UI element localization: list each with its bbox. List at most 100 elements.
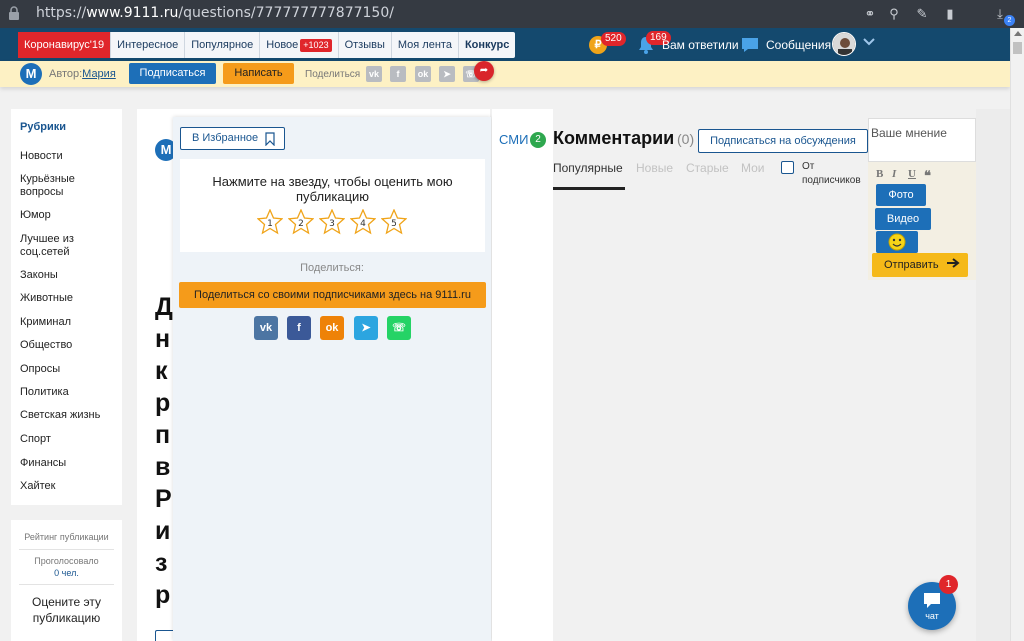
chat-button[interactable]: чат 1 bbox=[908, 575, 958, 630]
tab-contest[interactable]: Конкурс bbox=[459, 32, 515, 58]
rubrics-heading: Рубрики bbox=[20, 121, 66, 133]
sidebar-item-polls[interactable]: Опросы bbox=[20, 363, 115, 376]
arrow-right-icon bbox=[946, 258, 960, 268]
browser-toolbar: https://www.9111.ru/questions/7777777778… bbox=[0, 0, 1024, 28]
sidebar-item-animals[interactable]: Животные bbox=[20, 292, 115, 305]
answers-link[interactable]: Вам ответили bbox=[662, 38, 739, 52]
facebook-icon[interactable]: f bbox=[390, 66, 406, 82]
star-1-icon[interactable]: 1 bbox=[257, 209, 283, 235]
active-tab-indicator bbox=[553, 187, 625, 190]
brush-icon[interactable]: ✎ bbox=[914, 6, 930, 22]
new-count-badge: +1023 bbox=[300, 39, 332, 52]
tab-my-feed[interactable]: Моя лента bbox=[392, 32, 459, 58]
author-name-link[interactable]: Мария bbox=[82, 68, 116, 80]
share-followers-button[interactable]: Поделиться со своими подписчиками здесь … bbox=[179, 282, 486, 308]
sidebar-item-news[interactable]: Новости bbox=[20, 150, 115, 163]
italic-icon[interactable]: I bbox=[892, 168, 896, 180]
author-prefix: Автор: bbox=[49, 68, 83, 80]
sidebar-item-curious[interactable]: Курьёзные вопросы bbox=[20, 173, 115, 199]
from-followers-checkbox[interactable] bbox=[781, 161, 794, 174]
chevron-down-icon[interactable] bbox=[862, 36, 876, 48]
messages-link[interactable]: Сообщения bbox=[766, 38, 831, 52]
comment-editor: Ваше мнение B I U ❝ Фото Видео Отправить bbox=[868, 118, 976, 280]
tab-old-comments[interactable]: Старые bbox=[686, 161, 729, 175]
star-3-icon[interactable]: 3 bbox=[319, 209, 345, 235]
bookmark-icon[interactable]: ▮ bbox=[942, 6, 958, 22]
share-toggle-icon[interactable]: ➦ bbox=[474, 61, 494, 81]
odnoklassniki-icon[interactable]: ok bbox=[415, 66, 431, 82]
comment-input[interactable]: Ваше мнение bbox=[868, 118, 976, 162]
top-nav: Коронавирус'19 Интересное Популярное Нов… bbox=[0, 28, 1010, 61]
rubrics-sidebar: Рубрики Новости Курьёзные вопросы Юмор Л… bbox=[11, 109, 122, 505]
tab-popular[interactable]: Популярное bbox=[185, 32, 261, 58]
sidebar-item-politics[interactable]: Политика bbox=[20, 386, 115, 399]
comments-title: Комментарии bbox=[553, 128, 675, 148]
favorite-label: В Избранное bbox=[192, 132, 259, 144]
from-followers-label: От подписчиков bbox=[802, 161, 861, 186]
sidebar-item-finance[interactable]: Финансы bbox=[20, 457, 115, 470]
scroll-up-icon[interactable] bbox=[1014, 31, 1022, 36]
lock-icon bbox=[9, 6, 19, 20]
vk-icon[interactable]: vk bbox=[254, 316, 278, 340]
smi-column: СМИ 2 bbox=[492, 109, 553, 641]
tab-coronavirus[interactable]: Коронавирус'19 bbox=[18, 32, 112, 58]
scrollbar[interactable] bbox=[1010, 28, 1024, 641]
send-button[interactable]: Отправить bbox=[872, 253, 968, 277]
author-line: Автор:Мария bbox=[49, 68, 116, 80]
scrollbar-thumb[interactable] bbox=[1013, 42, 1022, 54]
star-5-label: 5 bbox=[391, 219, 397, 229]
odnoklassniki-icon[interactable]: ok bbox=[320, 316, 344, 340]
headphones-icon[interactable]: ⚭ bbox=[862, 6, 878, 22]
subscribe-discussion-button[interactable]: Подписаться на обсуждения bbox=[698, 129, 868, 153]
tab-popular-comments[interactable]: Популярные bbox=[553, 161, 623, 175]
quote-icon[interactable]: ❝ bbox=[924, 168, 931, 184]
favorite-button[interactable]: В Избранное bbox=[180, 127, 285, 150]
chat-bubble-icon[interactable] bbox=[740, 37, 760, 53]
smiley-icon bbox=[888, 233, 906, 251]
address-bar[interactable]: https://www.9111.ru/questions/7777777778… bbox=[36, 5, 394, 21]
telegram-icon[interactable]: ➤ bbox=[439, 66, 455, 82]
search-icon[interactable]: ⚲ bbox=[886, 6, 902, 22]
sidebar-item-crime[interactable]: Криминал bbox=[20, 316, 115, 329]
tab-new[interactable]: Новое +1023 bbox=[260, 32, 339, 58]
tab-new-comments[interactable]: Новые bbox=[636, 161, 673, 175]
underline-icon[interactable]: U bbox=[908, 168, 916, 180]
star-2-icon[interactable]: 2 bbox=[288, 209, 314, 235]
sidebar-item-humor[interactable]: Юмор bbox=[20, 209, 115, 222]
sidebar-item-best-social[interactable]: Лучшее из соц.сетей bbox=[20, 233, 115, 259]
right-gutter bbox=[976, 109, 1010, 641]
sidebar-item-celebrity[interactable]: Светская жизнь bbox=[20, 409, 115, 422]
video-button[interactable]: Видео bbox=[875, 208, 931, 230]
bold-icon[interactable]: B bbox=[876, 168, 883, 180]
sidebar-item-laws[interactable]: Законы bbox=[20, 269, 115, 282]
article-button-edge[interactable] bbox=[155, 630, 175, 641]
whatsapp-icon[interactable]: ☏ bbox=[387, 316, 411, 340]
facebook-icon[interactable]: f bbox=[287, 316, 311, 340]
rate-instruction: Нажмите на звезду, чтобы оценить мою пуб… bbox=[212, 174, 453, 204]
sidebar-item-sport[interactable]: Спорт bbox=[20, 433, 115, 446]
chat-badge: 1 bbox=[939, 575, 958, 594]
divider bbox=[19, 584, 114, 585]
rate-prompt: Оцените эту публикацию bbox=[32, 595, 101, 625]
chat-label: чат bbox=[925, 611, 939, 621]
site-logo[interactable]: M bbox=[20, 63, 42, 85]
publication-rating-box: Рейтинг публикации Проголосовало 0 чел. … bbox=[11, 520, 122, 641]
telegram-icon[interactable]: ➤ bbox=[354, 316, 378, 340]
tab-reviews[interactable]: Отзывы bbox=[339, 32, 392, 58]
photo-button[interactable]: Фото bbox=[876, 184, 926, 206]
star-4-label: 4 bbox=[360, 219, 366, 229]
star-5-icon[interactable]: 5 bbox=[381, 209, 407, 235]
avatar[interactable] bbox=[832, 32, 856, 56]
sidebar-item-society[interactable]: Общество bbox=[20, 339, 115, 352]
voted-label: Проголосовало bbox=[34, 556, 99, 566]
sidebar-item-hitech[interactable]: Хайтек bbox=[20, 480, 115, 493]
emoji-button[interactable] bbox=[876, 231, 918, 253]
tab-my-comments[interactable]: Мои bbox=[741, 161, 765, 175]
smi-label[interactable]: СМИ bbox=[499, 132, 528, 147]
subscribe-button[interactable]: Подписаться bbox=[129, 63, 216, 84]
write-button[interactable]: Написать bbox=[223, 63, 294, 84]
star-4-icon[interactable]: 4 bbox=[350, 209, 376, 235]
tab-interesting[interactable]: Интересное bbox=[111, 32, 186, 58]
vk-icon[interactable]: vk bbox=[366, 66, 382, 82]
download-badge: 2 bbox=[1004, 15, 1015, 26]
